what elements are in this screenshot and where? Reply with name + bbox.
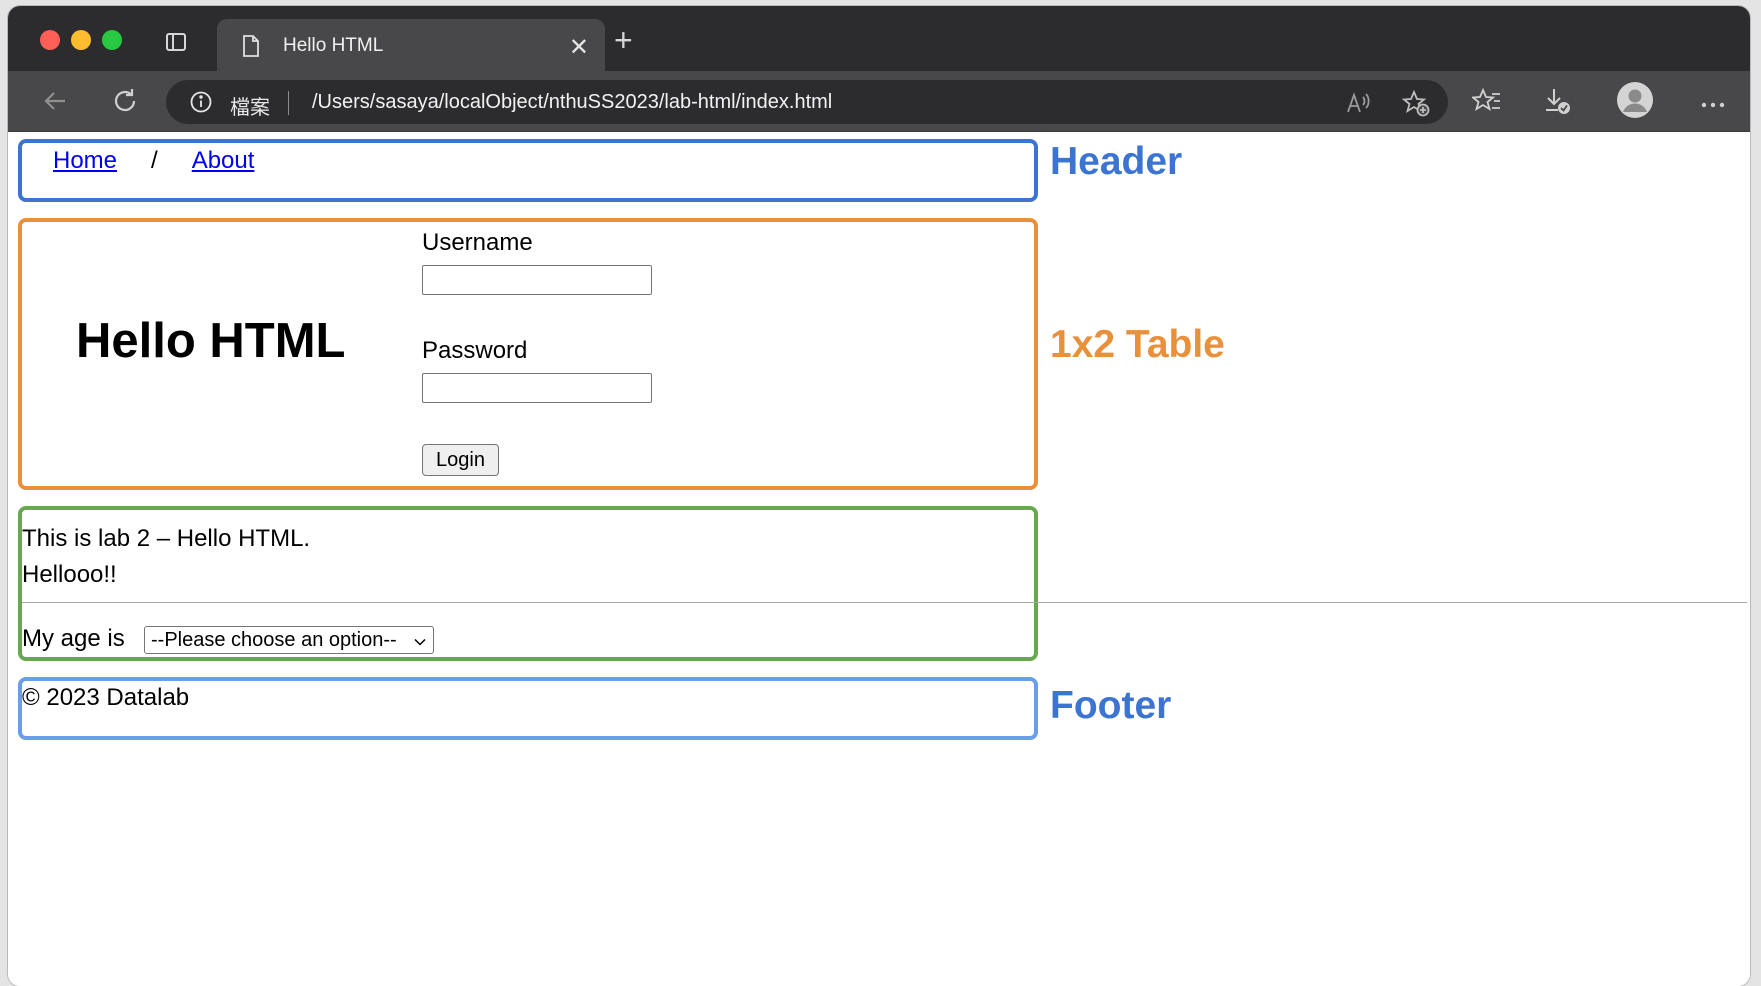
chevron-down-icon bbox=[413, 632, 427, 646]
address-bar[interactable]: 檔案 /Users/sasaya/localObject/nthuSS2023/… bbox=[166, 80, 1448, 124]
minimize-window-button[interactable] bbox=[71, 30, 91, 50]
about-link[interactable]: About bbox=[192, 147, 255, 174]
footer-annotation-label: Footer bbox=[1050, 684, 1172, 727]
page-heading: Hello HTML bbox=[76, 314, 346, 368]
nav-breadcrumb: Home / About bbox=[53, 147, 254, 175]
nav-separator: / bbox=[151, 147, 158, 174]
age-label: My age is bbox=[22, 625, 125, 652]
browser-toolbar: 檔案 /Users/sasaya/localObject/nthuSS2023/… bbox=[8, 71, 1750, 132]
reload-icon[interactable] bbox=[110, 86, 140, 116]
password-label: Password bbox=[422, 337, 528, 364]
read-aloud-icon[interactable] bbox=[1344, 89, 1372, 117]
page-icon bbox=[241, 35, 261, 57]
content-line-1: This is lab 2 – Hello HTML. bbox=[22, 525, 311, 552]
tab-actions-icon[interactable] bbox=[164, 30, 188, 54]
favorites-icon[interactable] bbox=[1470, 86, 1502, 116]
footer-text: © 2023 Datalab bbox=[22, 684, 190, 711]
profile-avatar[interactable] bbox=[1616, 81, 1654, 119]
url-text[interactable]: /Users/sasaya/localObject/nthuSS2023/lab… bbox=[312, 91, 832, 114]
tab-strip: Hello HTML ✕ + bbox=[8, 6, 1750, 72]
username-label: Username bbox=[422, 229, 533, 256]
omnibox-divider bbox=[288, 91, 289, 115]
add-favorite-icon[interactable] bbox=[1401, 89, 1430, 117]
login-button[interactable]: Login bbox=[422, 444, 499, 476]
password-input[interactable] bbox=[422, 373, 652, 403]
zoom-window-button[interactable] bbox=[102, 30, 122, 50]
close-window-button[interactable] bbox=[40, 30, 60, 50]
age-select[interactable]: --Please choose an option-- bbox=[144, 626, 434, 654]
horizontal-rule bbox=[22, 602, 1747, 603]
age-select-value: --Please choose an option-- bbox=[151, 629, 397, 651]
table-annotation-label: 1x2 Table bbox=[1050, 323, 1225, 366]
header-annotation-label: Header bbox=[1050, 140, 1183, 183]
tab-title: Hello HTML bbox=[283, 35, 384, 56]
content-line-2: Hellooo!! bbox=[22, 561, 117, 588]
browser-window: Hello HTML ✕ + 檔案 /Users/sasaya/localObj… bbox=[8, 6, 1750, 986]
username-input[interactable] bbox=[422, 265, 652, 295]
close-tab-icon[interactable]: ✕ bbox=[569, 33, 589, 62]
back-icon[interactable] bbox=[40, 86, 70, 116]
home-link[interactable]: Home bbox=[53, 147, 117, 174]
info-icon[interactable] bbox=[190, 91, 212, 113]
new-tab-icon[interactable]: + bbox=[614, 24, 633, 56]
downloads-icon[interactable] bbox=[1542, 86, 1572, 116]
more-icon[interactable] bbox=[1698, 97, 1728, 108]
page-viewport: Header Home / About 1x2 Table Hello HTML U… bbox=[8, 132, 1750, 986]
tab-active[interactable]: Hello HTML ✕ bbox=[217, 19, 605, 72]
site-label: 檔案 bbox=[230, 97, 270, 119]
